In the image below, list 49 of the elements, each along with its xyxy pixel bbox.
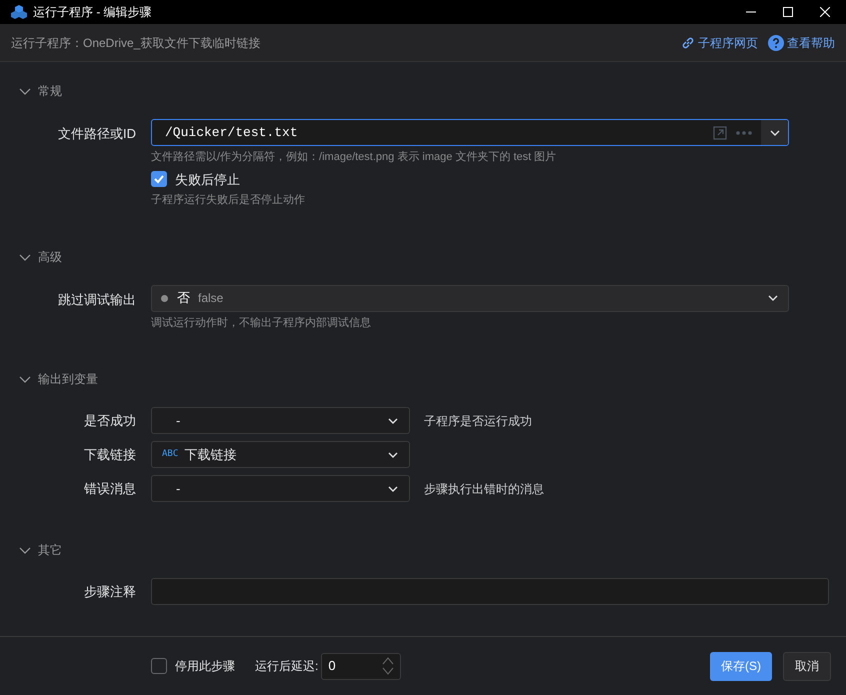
variable-value: - (176, 480, 180, 498)
select-field[interactable]: 否 false (151, 284, 789, 312)
spinner-icon[interactable] (382, 656, 394, 676)
output-description: 子程序是否运行成功 (424, 412, 532, 430)
output-description: 步骤执行出错时的消息 (424, 480, 544, 498)
section-header[interactable]: 其它 (19, 540, 846, 560)
help-icon (768, 34, 784, 50)
section-header[interactable]: 常规 (19, 81, 846, 101)
field-label: 步骤注释 (84, 584, 136, 599)
page-link[interactable]: 子程序网页 (681, 34, 758, 52)
field-label: 错误消息 (84, 480, 136, 496)
variable-select[interactable]: ABC 下载链接 (151, 441, 410, 468)
select-value: 否 (177, 289, 190, 308)
checkbox-label: 失败后停止 (175, 170, 240, 188)
field-label: 跳过调试输出 (58, 292, 136, 306)
field-label: 文件路径或ID (58, 126, 136, 141)
hint-text: 子程序运行失败后是否停止动作 (151, 192, 306, 208)
checkbox-label: 停用此步骤 (175, 658, 235, 675)
path-field[interactable]: /Quicker/test.txt (151, 119, 789, 146)
variable-value: - (176, 412, 180, 430)
hint-text: 调试运行动作时，不输出子程序内部调试信息 (151, 316, 372, 330)
maximize-icon[interactable] (783, 7, 793, 17)
link-icon (681, 36, 695, 50)
select-detail: false (198, 290, 224, 307)
window-title: 运行子程序 - 编辑步骤 (33, 4, 152, 21)
cancel-button[interactable]: 取消 (783, 652, 831, 680)
section-header[interactable]: 输出到变量 (19, 369, 846, 389)
help-link[interactable]: 查看帮助 (768, 34, 835, 52)
close-icon[interactable] (820, 7, 830, 17)
path-value: /Quicker/test.txt (165, 124, 298, 142)
checkbox[interactable] (151, 171, 167, 188)
subtitle: 运行子程序：OneDrive_获取文件下载临时链接 (11, 34, 260, 52)
variable-select[interactable]: - (151, 475, 410, 502)
more-icon[interactable] (735, 130, 753, 136)
open-external-icon[interactable] (713, 126, 727, 140)
note-field[interactable] (151, 578, 829, 605)
type-label: ABC (162, 448, 178, 461)
variable-select[interactable]: - (151, 407, 410, 434)
cubes-icon (11, 5, 27, 19)
check-icon (153, 173, 165, 186)
delay-field[interactable]: 0 (321, 652, 402, 680)
checkbox[interactable] (151, 658, 167, 674)
section-header[interactable]: 高级 (19, 246, 846, 266)
variable-value: 下载链接 (184, 446, 236, 464)
delay-label: 运行后延迟: (255, 658, 318, 675)
field-label: 下载链接 (84, 446, 136, 462)
dropdown-button[interactable] (761, 120, 788, 145)
field-label: 是否成功 (84, 412, 136, 428)
hint-text: 文件路径需以/作为分隔符，例如：/image/test.png 表示 image 文件夹下的 test 图片 (151, 150, 558, 165)
